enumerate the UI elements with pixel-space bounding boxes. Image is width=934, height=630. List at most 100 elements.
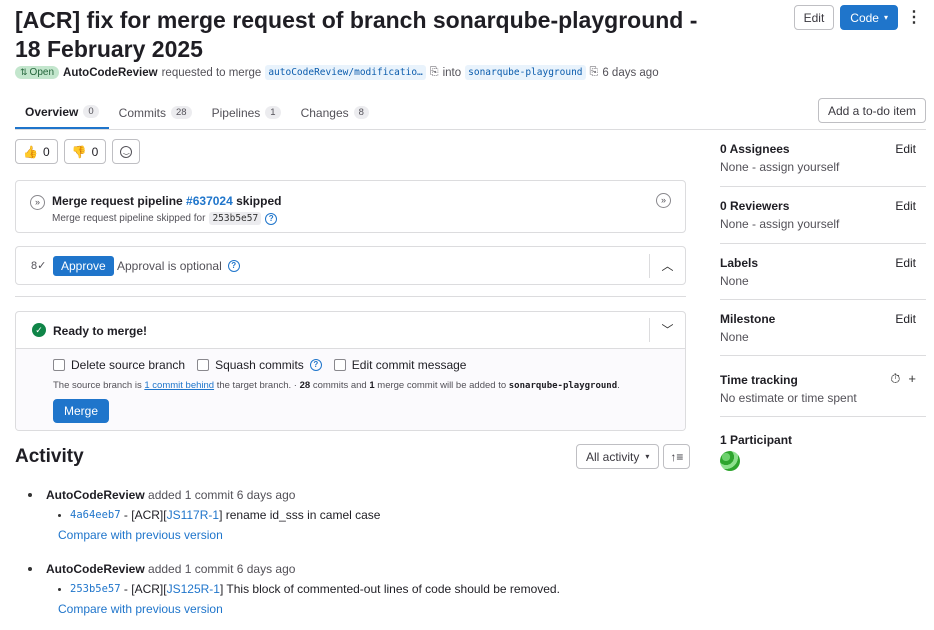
commit-entry: 4a64eeb7 - [ACR][JS117R-1] rename id_sss… (58, 508, 380, 522)
more-actions-icon[interactable]: ⋮ (904, 5, 924, 30)
plus-icon[interactable]: + (908, 371, 916, 387)
pipeline-subtitle: Merge request pipeline skipped for 253b5… (52, 212, 278, 225)
copy-source-branch-icon[interactable]: ⎘ (430, 66, 439, 79)
time-tracking-title: Time tracking (720, 373, 798, 387)
pipeline-title: Merge request pipeline #637024 skipped (52, 194, 281, 208)
merge-widget-header: ✓ Ready to merge! ﹀ (16, 312, 685, 349)
approval-text: Approval is optional (117, 259, 222, 273)
reviewers-value[interactable]: None - assign yourself (720, 217, 839, 231)
merge-options-row: Delete source branch Squash commits ? Ed… (53, 358, 466, 372)
tab-label: Changes (300, 105, 349, 120)
commit-msg-suffix: ] This block of commented-out lines of c… (219, 582, 560, 596)
compare-link[interactable]: Compare with previous version (58, 602, 223, 616)
participants-section: 1 Participant (720, 417, 926, 477)
reactions-bar: 👍 0 👎 0 ‿ (15, 139, 141, 164)
approval-rules-icon: 8✓ (31, 260, 47, 272)
source-branch[interactable]: autoCodeReview/modificatio… (265, 65, 426, 80)
approval-widget: 8✓ Approve Approval is optional ? ︿ (15, 246, 686, 285)
commits-behind-link[interactable]: 1 commit behind (144, 380, 214, 391)
time-ago: 6 days ago (602, 66, 659, 79)
tab-pipelines[interactable]: Pipelines 1 (202, 96, 291, 129)
help-icon[interactable]: ? (309, 359, 322, 371)
chevron-up-icon[interactable]: ︿ (649, 254, 685, 278)
ticket-link[interactable]: JS117R-1 (167, 508, 219, 522)
checkbox-label: Delete source branch (71, 358, 186, 372)
avatar[interactable] (720, 451, 740, 471)
skipped-status-icon: » (30, 195, 45, 210)
pipeline-link[interactable]: #637024 (186, 194, 233, 208)
chevron-down-icon: ▾ (645, 452, 650, 461)
approval-status: Approval is optional ? (117, 259, 240, 273)
thumbs-up-count: 0 (42, 144, 50, 159)
assignees-edit-button[interactable]: Edit (895, 142, 916, 156)
code-button-label: Code (850, 10, 879, 25)
tab-count: 28 (171, 106, 192, 119)
time-tracking-actions: ⏱ + (890, 371, 916, 387)
thumbs-down-button[interactable]: 👎 0 (63, 139, 107, 164)
compare-link[interactable]: Compare with previous version (58, 528, 223, 542)
commit-sha-link[interactable]: 4a64eeb7 (70, 509, 121, 521)
labels-edit-button[interactable]: Edit (895, 256, 916, 270)
tab-label: Overview (25, 104, 79, 119)
page-title: [ACR] fix for merge request of branch so… (15, 7, 698, 62)
note-text: commits and (312, 380, 367, 391)
edit-commit-message-checkbox[interactable]: Edit commit message (333, 358, 466, 372)
thumbs-down-icon: 👎 (71, 144, 87, 159)
note-text: The source branch is (53, 380, 142, 391)
milestone-title: Milestone (720, 312, 776, 326)
tab-overview[interactable]: Overview 0 (15, 96, 109, 129)
merge-info-text: The source branch is 1 commit behind the… (53, 380, 620, 391)
pipeline-sha[interactable]: 253b5e57 (209, 212, 262, 225)
bullet (58, 587, 61, 591)
activity-controls: All activity ▾ ↑≡ (576, 444, 691, 469)
pipeline-title-prefix: Merge request pipeline (52, 194, 183, 208)
delete-source-branch-checkbox[interactable]: Delete source branch (53, 358, 185, 372)
code-dropdown-button[interactable]: Code ▾ (840, 5, 898, 30)
author-link[interactable]: AutoCodeReview (63, 67, 158, 79)
help-icon[interactable]: ? (227, 260, 240, 272)
activity-author[interactable]: AutoCodeReview (46, 562, 145, 576)
target-branch-name: sonarqube-playground (508, 381, 618, 391)
commit-msg-suffix: ] rename id_sss in camel case (219, 508, 381, 522)
commit-sha-link[interactable]: 253b5e57 (70, 583, 121, 595)
chevron-down-icon[interactable]: ﹀ (649, 318, 685, 342)
squash-commits-checkbox[interactable]: Squash commits ? (197, 358, 322, 372)
checkbox[interactable] (197, 359, 210, 371)
approve-button[interactable]: Approve (53, 256, 114, 276)
ticket-link[interactable]: JS125R-1 (167, 582, 220, 596)
bullet (58, 513, 61, 517)
help-icon[interactable]: ? (265, 212, 278, 225)
reviewers-edit-button[interactable]: Edit (895, 199, 916, 213)
thumbs-up-button[interactable]: 👍 0 (15, 139, 58, 164)
merge-widget: ✓ Ready to merge! ﹀ Delete source branch… (15, 311, 686, 431)
activity-filter-dropdown[interactable]: All activity ▾ (576, 444, 660, 469)
note-text: the target branch. · (216, 380, 297, 391)
tab-changes[interactable]: Changes 8 (291, 96, 379, 129)
merge-request-icon: ⇅ (20, 67, 28, 77)
add-reaction-button[interactable]: ‿ (112, 139, 141, 164)
assignees-title: 0 Assignees (720, 142, 790, 156)
add-todo-button[interactable]: Add a to-do item (817, 98, 926, 123)
chevron-down-icon: ▾ (883, 13, 888, 22)
activity-header: AutoCodeReview added 1 commit 6 days ago (46, 488, 295, 502)
tab-commits[interactable]: Commits 28 (109, 96, 202, 129)
checkbox[interactable] (53, 359, 65, 371)
stopwatch-icon[interactable]: ⏱ (890, 371, 900, 387)
commit-entry: 253b5e57 - [ACR][JS125R-1] This block of… (58, 582, 560, 596)
edit-button[interactable]: Edit (793, 5, 835, 30)
milestone-edit-button[interactable]: Edit (895, 312, 916, 326)
smiley-icon: ‿ (120, 145, 133, 158)
activity-author[interactable]: AutoCodeReview (46, 488, 145, 502)
skipped-stage-icon[interactable]: » (656, 193, 671, 208)
labels-title: Labels (720, 256, 759, 270)
assignees-value[interactable]: None - assign yourself (720, 160, 839, 174)
header-actions: Edit Code ▾ ⋮ (793, 5, 924, 30)
merge-request-tabs: Overview 0 Commits 28 Pipelines 1 Change… (15, 96, 926, 130)
merge-button[interactable]: Merge (53, 399, 110, 423)
copy-target-branch-icon[interactable]: ⎘ (590, 66, 599, 79)
sort-order-icon[interactable]: ↑≡ (663, 444, 691, 469)
pipeline-widget: » Merge request pipeline #637024 skipped… (15, 180, 686, 233)
target-branch[interactable]: sonarqube-playground (465, 65, 586, 80)
checkbox[interactable] (333, 359, 346, 371)
activity-heading: Activity (15, 446, 84, 467)
